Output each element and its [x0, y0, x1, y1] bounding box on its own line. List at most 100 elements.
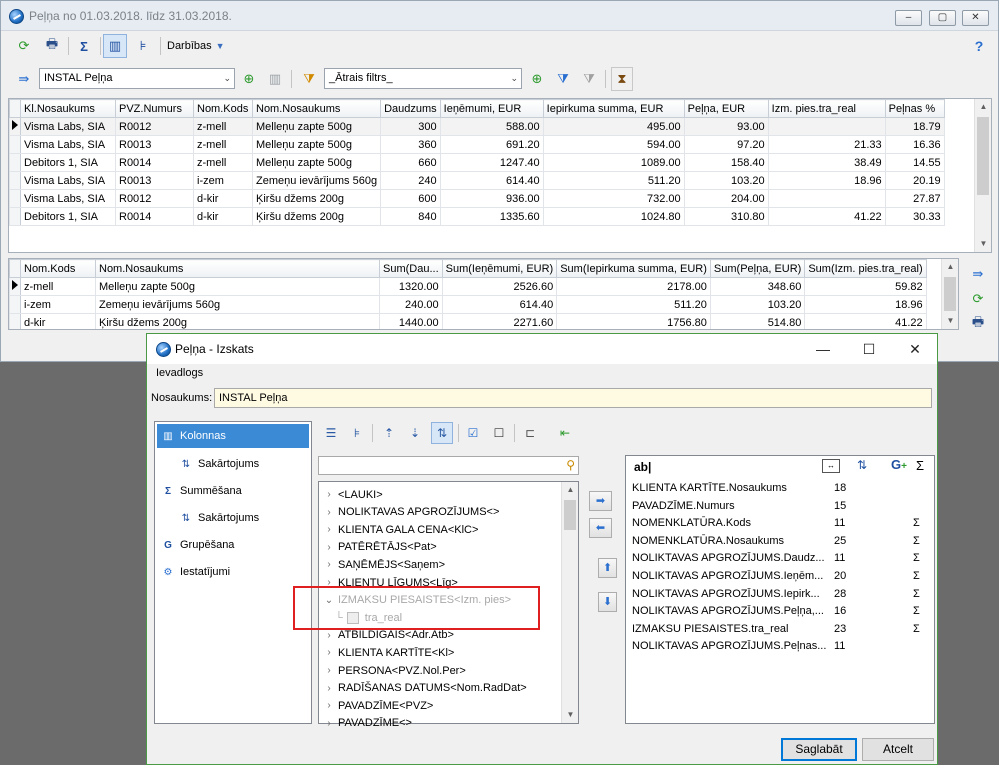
chevron-right-icon[interactable]: ›	[323, 665, 335, 676]
summary-column-header[interactable]: Sum(Dau...	[379, 259, 443, 278]
printer-icon[interactable]: 🖶	[41, 35, 63, 57]
summary-layout-icon[interactable]: ⇛	[967, 263, 989, 285]
summary-print-icon[interactable]: 🖶	[967, 313, 989, 335]
list-item[interactable]: NOLIKTAVAS APGROZĪJUMS.Daudz... 11 Σ	[632, 550, 924, 567]
add-filter-icon[interactable]: ⊕	[527, 68, 547, 90]
list-item[interactable]: NOMENKLATŪRA.Kods 11 Σ	[632, 515, 924, 532]
detail-column-header[interactable]: Nom.Nosaukums	[251, 99, 382, 118]
hierarchy-icon[interactable]: ⊏	[520, 423, 540, 443]
detail-column-header[interactable]: PVZ.Numurs	[115, 99, 194, 118]
move-down-button[interactable]: ⬇	[598, 592, 617, 612]
tree-node[interactable]: › NOLIKTAVAS APGROZĪJUMS<>	[323, 504, 499, 521]
summary-column-header[interactable]: Sum(Ieņēmumi, EUR)	[441, 259, 558, 278]
tree-list-icon[interactable]: ⊧	[347, 423, 367, 443]
list-icon[interactable]: ☰	[321, 423, 341, 443]
tree-scrollbar[interactable]: ▲ ▼	[561, 482, 578, 723]
tree-node[interactable]: › PATĒRĒTĀJS<Pat>	[323, 539, 436, 556]
scroll-down-icon[interactable]: ▼	[942, 313, 958, 329]
scroll-thumb[interactable]	[564, 500, 576, 530]
list-item[interactable]: NOLIKTAVAS APGROZĪJUMS.Ieņēm... 20 Σ	[632, 568, 924, 585]
table-row[interactable]: Visma Labs, SIA R0013 z-mell Melleņu zapte …	[9, 135, 945, 154]
tree-node[interactable]: › PAVADZĪME<>	[323, 715, 412, 732]
refresh-icon[interactable]: ⟳	[13, 35, 35, 57]
table-row[interactable]: Visma Labs, SIA R0012 z-mell Melleņu zapte …	[9, 117, 945, 136]
scroll-up-icon[interactable]: ▲	[942, 259, 958, 275]
scroll-down-icon[interactable]: ▼	[975, 236, 991, 252]
nav-summation-sort[interactable]: ⇅ Sakārtojums	[175, 506, 259, 530]
maximize-button[interactable]: ▢	[929, 10, 956, 26]
nav-settings[interactable]: ⚙ Iestatījumi	[157, 560, 231, 584]
actions-menu[interactable]: Darbības ▼	[167, 35, 229, 57]
summary-column-header[interactable]: Nom.Kods	[20, 259, 96, 278]
filter-edit-icon[interactable]: ⧩	[299, 68, 319, 90]
clear-filter-icon[interactable]: ⧩	[579, 68, 599, 90]
tree-node[interactable]: › <LAUKI>	[323, 486, 382, 503]
list-item[interactable]: PAVADZĪME.Numurs 15	[632, 498, 924, 515]
field-search-input[interactable]: ⚲	[318, 456, 579, 475]
chevron-right-icon[interactable]: ›	[323, 542, 335, 553]
chevron-right-icon[interactable]: ›	[323, 647, 335, 658]
tree-node[interactable]: › KLIENTA KARTĪTE<Kl>	[323, 644, 454, 661]
scroll-thumb[interactable]	[944, 277, 956, 311]
list-item[interactable]: NOLIKTAVAS APGROZĪJUMS.Peļņa,... 16 Σ	[632, 603, 924, 620]
name-field[interactable]: INSTAL Peļņa	[214, 388, 932, 408]
scroll-up-icon[interactable]: ▲	[562, 482, 579, 498]
chevron-right-icon[interactable]: ›	[323, 559, 335, 570]
tree-view-icon[interactable]: ⊧	[133, 35, 153, 57]
detail-grid-scrollbar[interactable]: ▲ ▼	[974, 99, 991, 252]
chevron-right-icon[interactable]: ›	[323, 718, 335, 729]
hourglass-icon[interactable]: ⧗	[611, 67, 633, 91]
dialog-maximize-button[interactable]: ☐	[859, 339, 879, 359]
help-icon[interactable]: ?	[969, 35, 989, 57]
detail-column-header[interactable]: Iepirkuma summa, EUR	[542, 99, 685, 118]
columns-icon[interactable]: ▥	[265, 68, 285, 90]
list-item[interactable]: IZMAKSU PIESAISTES.tra_real 23 Σ	[632, 621, 924, 638]
detail-column-header[interactable]: Kl.Nosaukums	[20, 99, 116, 118]
layout-arrow-icon[interactable]: ⇛	[13, 68, 35, 90]
minimize-button[interactable]: –	[895, 10, 922, 26]
table-row[interactable]: Visma Labs, SIA R0013 i-zem Zemeņu ievārīju…	[9, 171, 945, 190]
move-left-button[interactable]: ⬅	[589, 518, 612, 538]
sort-toggle-icon[interactable]: ⇅	[431, 422, 453, 444]
sum-icon[interactable]: Σ	[73, 35, 95, 57]
detail-column-header[interactable]: Nom.Kods	[193, 99, 253, 118]
nav-columns-sort[interactable]: ⇅ Sakārtojums	[175, 452, 259, 476]
view-combo[interactable]: INSTAL Peļņa ⌄	[39, 68, 235, 89]
table-row[interactable]: i-zem Zemeņu ievārījums 560g 240.00 614.40 5…	[9, 295, 927, 314]
chevron-right-icon[interactable]: ›	[323, 524, 335, 535]
list-item[interactable]: NOLIKTAVAS APGROZĪJUMS.Peļnas... 11	[632, 638, 924, 655]
table-row[interactable]: Visma Labs, SIA R0012 d-kir Ķiršu džems 200…	[9, 189, 945, 208]
chevron-right-icon[interactable]: ›	[323, 507, 335, 518]
sort-descending-icon[interactable]: ⇣	[405, 423, 425, 443]
move-up-button[interactable]: ⬆	[598, 558, 617, 578]
scroll-down-icon[interactable]: ▼	[562, 707, 579, 723]
nav-summation[interactable]: Σ Summēšana	[157, 479, 242, 503]
move-right-button[interactable]: ➡	[589, 491, 612, 511]
cancel-button[interactable]: Atcelt	[862, 738, 934, 761]
tree-node[interactable]: › PAVADZĪME<PVZ>	[323, 697, 433, 714]
nav-grouping[interactable]: G Grupēšana	[157, 533, 234, 557]
dialog-close-button[interactable]: ✕	[905, 339, 925, 359]
summary-grid-scrollbar[interactable]: ▲ ▼	[941, 259, 958, 329]
filter-icon[interactable]: ⧩	[553, 68, 573, 90]
tree-node[interactable]: › RADĪŠANAS DATUMS<Nom.RadDat>	[323, 680, 526, 697]
detail-column-header[interactable]: Ieņēmumi, EUR	[439, 99, 544, 118]
chevron-right-icon[interactable]: ›	[323, 700, 335, 711]
scroll-thumb[interactable]	[977, 117, 989, 195]
chevron-right-icon[interactable]: ›	[323, 630, 335, 641]
close-button[interactable]: ✕	[962, 10, 989, 26]
list-item[interactable]: NOMENKLATŪRA.Nosaukums 25 Σ	[632, 533, 924, 550]
summary-column-header[interactable]: Sum(Peļņa, EUR)	[709, 259, 806, 278]
quick-filter-combo[interactable]: _Ātrais filtrs_ ⌄	[324, 68, 522, 89]
sort-ascending-icon[interactable]: ⇡	[379, 423, 399, 443]
table-row[interactable]: Debitors 1, SIA R0014 z-mell Melleņu zapte …	[9, 153, 945, 172]
table-row[interactable]: d-kir Ķiršu džems 200g 1440.00 2271.60 1756.…	[9, 313, 927, 329]
tree-node[interactable]: › KLIENTA GALA CENA<KlC>	[323, 521, 478, 538]
scroll-up-icon[interactable]: ▲	[975, 99, 991, 115]
list-item[interactable]: KLIENTA KARTĪTE.Nosaukums 18	[632, 480, 924, 497]
tree-node[interactable]: › SAŅĒMĒJS<Saņem>	[323, 556, 445, 573]
dialog-minimize-button[interactable]: —	[813, 339, 833, 359]
detail-column-header[interactable]: Peļnas %	[884, 99, 945, 118]
table-row[interactable]: z-mell Melleņu zapte 500g 1320.00 2526.60 21…	[9, 277, 927, 296]
summary-refresh-icon[interactable]: ⟳	[967, 288, 989, 310]
